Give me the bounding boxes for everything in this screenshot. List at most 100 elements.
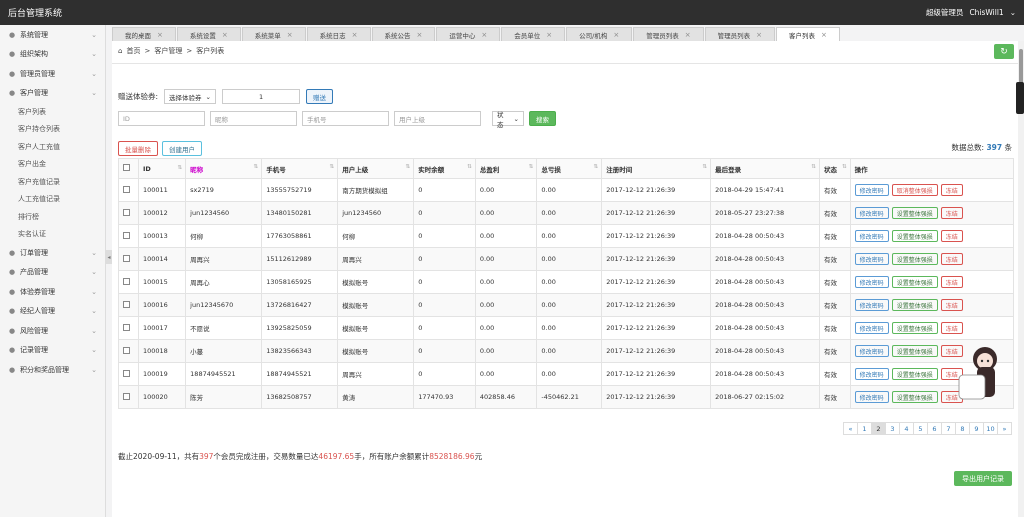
sidebar-subitem-2[interactable]: 客户人工充值 <box>0 138 105 156</box>
col-header-4[interactable]: 实时余额 ⇅ <box>413 158 476 179</box>
refresh-button[interactable]: ↻ <box>994 44 1014 59</box>
nickname-input[interactable]: 昵称 <box>210 111 297 126</box>
col-header-3[interactable]: 用户上级 ⇅ <box>337 158 415 179</box>
row-checkbox[interactable] <box>123 323 130 331</box>
col-header-8[interactable]: 最后登录 ⇅ <box>710 158 820 179</box>
breadcrumb-home[interactable]: 首页 <box>126 46 140 56</box>
col-header-1[interactable]: 昵称 ⇅ <box>185 158 263 179</box>
freeze-button[interactable]: 冻结 <box>940 253 963 265</box>
freeze-button[interactable]: 冻结 <box>940 322 963 334</box>
row-checkbox[interactable] <box>123 231 130 239</box>
quantity-input[interactable]: 1 <box>222 89 301 104</box>
toggle-stoploss-button[interactable]: 取消整体强损 <box>891 184 938 196</box>
freeze-button[interactable]: 冻结 <box>940 276 963 288</box>
status-select[interactable]: 状态 ⌄ <box>492 111 524 129</box>
tab-10[interactable]: 客户列表 × <box>775 27 840 41</box>
next-page-button[interactable]: » <box>997 422 1012 435</box>
mascot-character[interactable] <box>955 345 1005 409</box>
tab-5[interactable]: 运营中心 × <box>436 27 501 41</box>
change-password-button[interactable]: 修改密码 <box>854 391 889 403</box>
close-icon[interactable]: × <box>756 31 762 39</box>
freeze-button[interactable]: 冻结 <box>940 230 963 242</box>
close-icon[interactable]: × <box>685 31 691 39</box>
search-button[interactable]: 搜索 <box>529 111 556 126</box>
create-user-button[interactable]: 创建用户 <box>162 141 202 156</box>
change-password-button[interactable]: 修改密码 <box>854 276 889 288</box>
sidebar-item-0[interactable]: ● 系统管理 ⌄ <box>0 25 105 45</box>
close-icon[interactable]: × <box>481 31 487 39</box>
close-icon[interactable]: × <box>352 31 358 39</box>
row-checkbox[interactable] <box>123 300 130 308</box>
col-header-7[interactable]: 注册时间 ⇅ <box>601 158 712 179</box>
toggle-stoploss-button[interactable]: 设置整体强损 <box>891 345 938 357</box>
tab-2[interactable]: 系统菜单 × <box>241 27 306 41</box>
col-header-5[interactable]: 总盈利 ⇅ <box>474 158 538 179</box>
col-header-2[interactable]: 手机号 ⇅ <box>261 158 339 179</box>
phone-input[interactable]: 手机号 <box>302 111 389 126</box>
batch-delete-button[interactable]: 批量删除 <box>118 141 158 156</box>
close-icon[interactable]: × <box>222 31 228 39</box>
freeze-button[interactable]: 冻结 <box>940 299 963 311</box>
row-checkbox[interactable] <box>123 346 130 354</box>
freeze-button[interactable]: 冻结 <box>940 184 963 196</box>
tab-6[interactable]: 会员单位 × <box>501 27 566 41</box>
id-input[interactable]: ID <box>118 111 205 126</box>
sidebar-item-1[interactable]: ● 组织架构 ⌄ <box>0 45 105 65</box>
row-checkbox[interactable] <box>123 185 130 193</box>
row-checkbox[interactable] <box>123 392 130 400</box>
sidebar-item-after-6[interactable]: ● 积分和奖品管理 ⌄ <box>0 360 105 380</box>
col-header-0[interactable]: ID ⇅ <box>137 158 187 179</box>
row-checkbox[interactable] <box>123 277 130 285</box>
sidebar-subitem-0[interactable]: 客户列表 <box>0 103 105 121</box>
upline-input[interactable]: 用户上级 <box>394 111 481 126</box>
freeze-button[interactable]: 冻结 <box>940 207 963 219</box>
tab-8[interactable]: 管理员列表 × <box>633 27 704 41</box>
page-7[interactable]: 7 <box>941 422 956 435</box>
sidebar-subitem-3[interactable]: 客户出金 <box>0 156 105 174</box>
change-password-button[interactable]: 修改密码 <box>854 345 889 357</box>
sidebar-item-after-5[interactable]: ● 记录管理 ⌄ <box>0 341 105 361</box>
row-checkbox[interactable] <box>123 254 130 262</box>
page-5[interactable]: 5 <box>913 422 928 435</box>
page-9[interactable]: 9 <box>969 422 984 435</box>
page-3[interactable]: 3 <box>885 422 900 435</box>
page-2[interactable]: 2 <box>871 422 886 435</box>
page-8[interactable]: 8 <box>955 422 970 435</box>
close-icon[interactable]: × <box>613 31 619 39</box>
close-icon[interactable]: × <box>417 31 423 39</box>
gift-button[interactable]: 赠送 <box>306 89 334 104</box>
close-icon[interactable]: × <box>546 31 552 39</box>
toggle-stoploss-button[interactable]: 设置整体强损 <box>891 322 938 334</box>
tab-1[interactable]: 系统设置 × <box>176 27 241 41</box>
sidebar-item-3[interactable]: ● 客户管理 ⌄ <box>0 84 105 104</box>
change-password-button[interactable]: 修改密码 <box>854 230 889 242</box>
change-password-button[interactable]: 修改密码 <box>854 368 889 380</box>
toggle-stoploss-button[interactable]: 设置整体强损 <box>891 391 938 403</box>
page-6[interactable]: 6 <box>927 422 942 435</box>
close-icon[interactable]: × <box>287 31 293 39</box>
sidebar-subitem-4[interactable]: 客户充值记录 <box>0 173 105 191</box>
col-header-6[interactable]: 总亏损 ⇅ <box>536 158 603 179</box>
prev-page-button[interactable]: « <box>843 422 858 435</box>
tab-3[interactable]: 系统日志 × <box>306 27 371 41</box>
change-password-button[interactable]: 修改密码 <box>854 299 889 311</box>
sidebar-item-after-2[interactable]: ● 体验券管理 ⌄ <box>0 282 105 302</box>
tab-7[interactable]: 公司/机构 × <box>566 27 633 41</box>
toggle-stoploss-button[interactable]: 设置整体强损 <box>891 253 938 265</box>
sidebar-subitem-6[interactable]: 排行榜 <box>0 208 105 226</box>
breadcrumb-level1[interactable]: 客户管理 <box>154 46 182 56</box>
change-password-button[interactable]: 修改密码 <box>854 207 889 219</box>
row-checkbox[interactable] <box>123 208 130 216</box>
sidebar-item-2[interactable]: ● 管理员管理 ⌄ <box>0 64 105 84</box>
change-password-button[interactable]: 修改密码 <box>854 322 889 334</box>
toggle-stoploss-button[interactable]: 设置整体强损 <box>891 207 938 219</box>
row-checkbox[interactable] <box>123 369 130 377</box>
page-10[interactable]: 10 <box>983 422 998 435</box>
page-1[interactable]: 1 <box>857 422 872 435</box>
sidebar-item-after-4[interactable]: ● 风险管理 ⌄ <box>0 321 105 341</box>
close-icon[interactable]: × <box>821 31 827 39</box>
toggle-stoploss-button[interactable]: 设置整体强损 <box>891 368 938 380</box>
close-icon[interactable]: × <box>157 31 163 39</box>
export-button[interactable]: 导出用户记录 <box>954 471 1012 486</box>
sidebar-subitem-1[interactable]: 客户持仓列表 <box>0 121 105 139</box>
